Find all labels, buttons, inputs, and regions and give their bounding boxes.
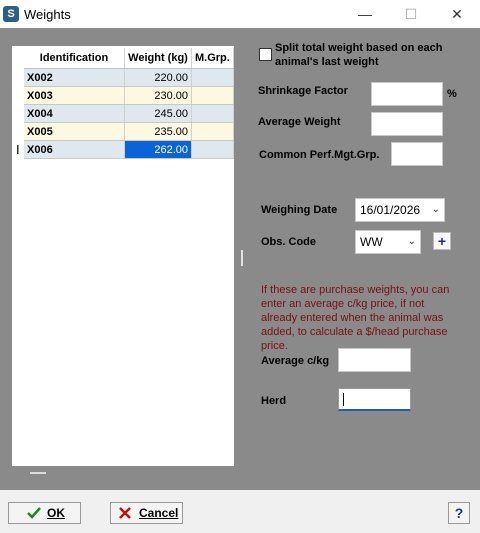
obs-code-value: WW xyxy=(360,235,383,249)
cell-weight[interactable]: 235.00 xyxy=(124,122,192,141)
weights-dialog: S Weights — ☐ ✕ I Identification Weight … xyxy=(0,0,480,533)
text-caret xyxy=(343,393,344,406)
column-header-weight[interactable]: Weight (kg) xyxy=(124,48,192,69)
herd-input[interactable] xyxy=(338,388,411,411)
cell-identification[interactable]: X003 xyxy=(24,86,125,105)
common-perf-mgt-grp-input[interactable] xyxy=(391,142,443,166)
add-obs-code-button[interactable]: + xyxy=(433,232,451,250)
shrinkage-factor-input[interactable] xyxy=(371,82,443,106)
title-bar: S Weights — ☐ ✕ xyxy=(0,0,480,28)
grid-resize-grip[interactable] xyxy=(30,472,46,474)
table-row[interactable]: X004 245.00 xyxy=(24,104,234,123)
chevron-down-icon: ⌄ xyxy=(431,204,440,215)
cancel-button[interactable]: Cancel xyxy=(110,502,183,524)
cell-mgrp[interactable] xyxy=(191,86,234,105)
cell-identification[interactable]: X002 xyxy=(24,68,125,87)
ok-label: OK xyxy=(47,506,65,520)
table-row[interactable]: X002 220.00 xyxy=(24,68,234,87)
cell-mgrp[interactable] xyxy=(191,140,234,159)
shrinkage-factor-label: Shrinkage Factor xyxy=(258,85,348,97)
split-weight-checkbox[interactable] xyxy=(259,48,272,61)
obs-code-label: Obs. Code xyxy=(261,236,317,248)
obs-code-select[interactable]: WW ⌄ xyxy=(355,230,421,254)
ok-button[interactable]: OK xyxy=(8,502,81,524)
cell-weight[interactable]: 220.00 xyxy=(124,68,192,87)
weighing-date-picker[interactable]: 16/01/2026 ⌄ xyxy=(355,198,445,222)
average-weight-label: Average Weight xyxy=(258,116,341,128)
cell-mgrp[interactable] xyxy=(191,104,234,123)
pane-splitter-handle[interactable] xyxy=(241,250,243,266)
help-button[interactable]: ? xyxy=(448,502,470,524)
close-button[interactable]: ✕ xyxy=(434,0,480,28)
split-weight-label-line2: animal's last weight xyxy=(275,56,379,68)
table-row-selected[interactable]: X006 262.00 xyxy=(24,140,234,159)
maximize-button[interactable]: ☐ xyxy=(388,0,434,28)
table-row[interactable]: X005 235.00 xyxy=(24,122,234,141)
cell-identification[interactable]: X004 xyxy=(24,104,125,123)
average-ckg-label: Average c/kg xyxy=(261,355,330,367)
average-weight-input[interactable] xyxy=(371,112,443,136)
cancel-label: Cancel xyxy=(139,506,179,520)
cell-weight-selected[interactable]: 262.00 xyxy=(124,140,192,159)
common-perf-mgt-grp-label: Common Perf.Mgt.Grp. xyxy=(259,149,380,161)
app-logo-icon: S xyxy=(3,6,19,22)
window-title: Weights xyxy=(24,7,71,22)
minimize-button[interactable]: — xyxy=(342,0,388,28)
average-ckg-input[interactable] xyxy=(338,348,411,372)
split-weight-label-line1: Split total weight based on each xyxy=(275,42,443,54)
herd-label: Herd xyxy=(261,395,287,407)
weights-grid: Identification Weight (kg) M.Grp. X002 2… xyxy=(24,48,234,159)
column-header-mgrp[interactable]: M.Grp. xyxy=(191,48,234,69)
cell-mgrp[interactable] xyxy=(191,122,234,141)
table-row[interactable]: X003 230.00 xyxy=(24,86,234,105)
chevron-down-icon: ⌄ xyxy=(407,236,416,247)
cell-mgrp[interactable] xyxy=(191,68,234,87)
weighing-date-label: Weighing Date xyxy=(261,204,338,216)
column-header-identification[interactable]: Identification xyxy=(24,48,125,69)
percent-unit-label: % xyxy=(447,88,457,100)
cell-identification[interactable]: X006 xyxy=(24,140,125,159)
cell-weight[interactable]: 245.00 xyxy=(124,104,192,123)
cell-weight[interactable]: 230.00 xyxy=(124,86,192,105)
cell-identification[interactable]: X005 xyxy=(24,122,125,141)
row-pointer-icon: I xyxy=(16,142,20,157)
x-icon xyxy=(119,507,131,519)
checkmark-icon xyxy=(27,507,41,519)
weighing-date-value: 16/01/2026 xyxy=(360,203,421,217)
purchase-price-note: If these are purchase weights, you can e… xyxy=(261,284,450,352)
